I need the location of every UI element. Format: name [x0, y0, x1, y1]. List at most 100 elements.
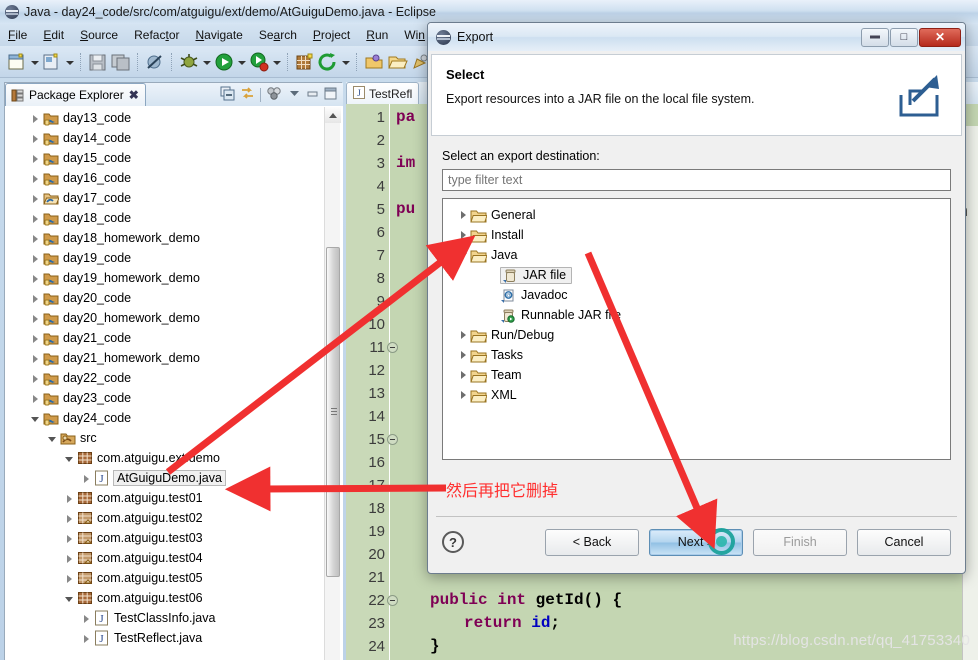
tree-item[interactable]: day21_code: [5, 328, 343, 348]
tree-item[interactable]: day17_code: [5, 188, 343, 208]
tree-item[interactable]: day14_code: [5, 128, 343, 148]
twisty-collapsed-icon[interactable]: [30, 253, 41, 264]
package-explorer-scrollbar[interactable]: [324, 107, 341, 660]
run-external-tools-icon[interactable]: [248, 51, 270, 73]
export-tree-item[interactable]: Java: [451, 245, 950, 265]
new-package-icon[interactable]: [294, 51, 316, 73]
twisty-collapsed-icon[interactable]: [457, 209, 470, 222]
tree-item[interactable]: day20_code: [5, 288, 343, 308]
tree-item[interactable]: day23_code: [5, 388, 343, 408]
close-button[interactable]: ✕: [919, 27, 961, 47]
twisty-collapsed-icon[interactable]: [30, 293, 41, 304]
open-task-icon[interactable]: [363, 51, 385, 73]
tree-item[interactable]: com.atguigu.test04: [5, 548, 343, 568]
tree-item[interactable]: day13_code: [5, 108, 343, 128]
twisty-collapsed-icon[interactable]: [81, 613, 92, 624]
tree-item[interactable]: com.atguigu.test01: [5, 488, 343, 508]
menu-window[interactable]: Win: [404, 28, 425, 42]
twisty-expanded-icon[interactable]: [457, 249, 470, 262]
twisty-expanded-icon[interactable]: [47, 433, 58, 444]
close-icon[interactable]: ✖: [129, 88, 139, 102]
export-tree-item[interactable]: @ Javadoc: [451, 285, 950, 305]
save-icon[interactable]: [87, 51, 109, 73]
twisty-collapsed-icon[interactable]: [30, 173, 41, 184]
tree-item[interactable]: J AtGuiguDemo.java: [5, 468, 343, 488]
menu-refactor[interactable]: Refactor: [134, 28, 179, 42]
help-button[interactable]: ?: [442, 531, 464, 553]
twisty-collapsed-icon[interactable]: [30, 273, 41, 284]
export-tree-item[interactable]: XML: [451, 385, 950, 405]
twisty-expanded-icon[interactable]: [64, 593, 75, 604]
menu-file[interactable]: FFileile: [8, 28, 27, 42]
minimize-icon[interactable]: [306, 87, 319, 103]
menu-source[interactable]: Source: [80, 28, 118, 42]
export-tree-item[interactable]: JAR file: [451, 265, 950, 285]
debug-icon[interactable]: [178, 51, 200, 73]
export-tree-item[interactable]: Install: [451, 225, 950, 245]
twisty-collapsed-icon[interactable]: [64, 513, 75, 524]
twisty-collapsed-icon[interactable]: [64, 533, 75, 544]
next-button[interactable]: Next >: [649, 527, 743, 556]
maximize-icon[interactable]: [324, 87, 337, 103]
chevron-down-icon[interactable]: [288, 87, 301, 103]
menu-search[interactable]: Search: [259, 28, 297, 42]
twisty-collapsed-icon[interactable]: [30, 313, 41, 324]
twisty-collapsed-icon[interactable]: [64, 573, 75, 584]
link-with-editor-icon[interactable]: [240, 86, 255, 104]
open-type-icon[interactable]: [317, 51, 339, 73]
twisty-collapsed-icon[interactable]: [30, 113, 41, 124]
twisty-collapsed-icon[interactable]: [457, 349, 470, 362]
new-java-class-dropdown[interactable]: [64, 51, 75, 73]
new-wizard-dropdown[interactable]: [29, 51, 40, 73]
open-resource-icon[interactable]: [386, 51, 408, 73]
menu-navigate[interactable]: Navigate: [195, 28, 242, 42]
twisty-collapsed-icon[interactable]: [30, 333, 41, 344]
minimize-button[interactable]: [861, 27, 889, 47]
tab-test-reflect[interactable]: J TestRefl: [346, 82, 420, 104]
export-tree-item[interactable]: Run/Debug: [451, 325, 950, 345]
open-type-dropdown[interactable]: [340, 51, 351, 73]
export-tree-item[interactable]: Tasks: [451, 345, 950, 365]
twisty-collapsed-icon[interactable]: [457, 389, 470, 402]
twisty-collapsed-icon[interactable]: [64, 493, 75, 504]
scroll-up-arrow[interactable]: [325, 107, 341, 123]
tree-item[interactable]: day15_code: [5, 148, 343, 168]
tree-item[interactable]: day20_homework_demo: [5, 308, 343, 328]
finish-button[interactable]: Finish: [753, 528, 847, 556]
debug-dropdown[interactable]: [201, 51, 212, 73]
twisty-collapsed-icon[interactable]: [457, 229, 470, 242]
toggle-breakpoint-icon[interactable]: [144, 51, 166, 73]
tab-package-explorer[interactable]: Package Explorer ✖: [5, 83, 146, 106]
tree-item[interactable]: com.atguigu.test06: [5, 588, 343, 608]
twisty-collapsed-icon[interactable]: [30, 153, 41, 164]
tree-item[interactable]: com.atguigu.test03: [5, 528, 343, 548]
external-tools-dropdown[interactable]: [271, 51, 282, 73]
run-icon[interactable]: [213, 51, 235, 73]
run-dropdown[interactable]: [236, 51, 247, 73]
tree-item[interactable]: day22_code: [5, 368, 343, 388]
save-all-icon[interactable]: [110, 51, 132, 73]
tree-item[interactable]: day24_code: [5, 408, 343, 428]
twisty-collapsed-icon[interactable]: [30, 233, 41, 244]
twisty-collapsed-icon[interactable]: [30, 353, 41, 364]
twisty-collapsed-icon[interactable]: [30, 193, 41, 204]
tree-item[interactable]: src: [5, 428, 343, 448]
menu-edit[interactable]: Edit: [43, 28, 64, 42]
new-wizard-icon[interactable]: [6, 51, 28, 73]
export-tree-item[interactable]: General: [451, 205, 950, 225]
twisty-collapsed-icon[interactable]: [30, 213, 41, 224]
tree-item[interactable]: day18_code: [5, 208, 343, 228]
new-java-class-icon[interactable]: [41, 51, 63, 73]
cancel-button[interactable]: Cancel: [857, 528, 951, 556]
tree-item[interactable]: day18_homework_demo: [5, 228, 343, 248]
tree-item[interactable]: com.atguigu.test02: [5, 508, 343, 528]
export-tree-item[interactable]: Team: [451, 365, 950, 385]
tree-item[interactable]: com.atguigu.ext.demo: [5, 448, 343, 468]
export-destination-tree[interactable]: General Install Java JAR file @ Javadoc Runnab…: [442, 198, 951, 460]
back-button[interactable]: < Back: [545, 528, 639, 556]
collapse-all-icon[interactable]: [220, 86, 235, 104]
twisty-collapsed-icon[interactable]: [30, 373, 41, 384]
tree-item[interactable]: com.atguigu.test05: [5, 568, 343, 588]
filter-input[interactable]: [442, 169, 951, 191]
package-explorer-tree[interactable]: day13_code day14_code day15_code day16_code…: [5, 106, 343, 660]
